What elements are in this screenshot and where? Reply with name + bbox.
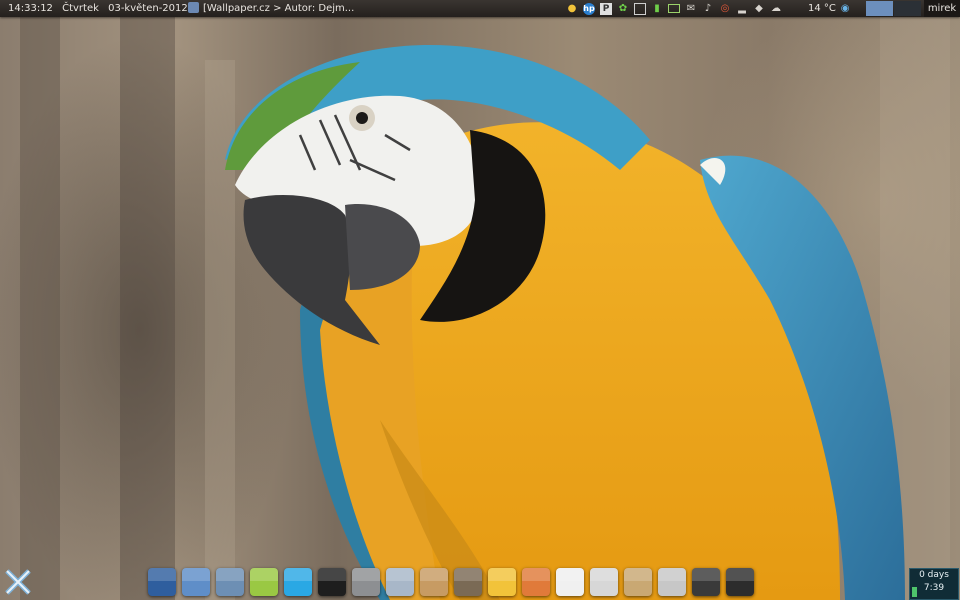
uptime-days: 0 days <box>919 570 949 580</box>
network-icon[interactable] <box>668 4 680 13</box>
task-title: [Wallpaper.cz > Autor: Dejm... <box>203 3 355 14</box>
p-icon[interactable]: P <box>600 2 612 15</box>
clock-weekday: Čtvrtek <box>62 3 99 14</box>
window-icon[interactable] <box>634 2 646 15</box>
terminal-icon[interactable] <box>318 568 346 596</box>
weather-widget[interactable]: 14 °C ◉ <box>808 0 851 17</box>
cloud-icon[interactable]: ☁ <box>770 3 782 15</box>
paint-icon[interactable] <box>522 568 550 596</box>
system-tray: ● hp P ✿ ▮ ✉ ♪ ◎ ▂ ◆ ☁ <box>566 0 782 17</box>
signal-icon[interactable]: ▂ <box>736 3 748 15</box>
workspace-1[interactable] <box>866 1 893 16</box>
alarm-icon[interactable]: ◎ <box>719 3 731 15</box>
user-menu[interactable]: mirek <box>924 0 960 17</box>
parrot-image <box>20 0 950 600</box>
camera-icon[interactable] <box>692 568 720 596</box>
leaf-icon[interactable]: ✿ <box>617 3 629 15</box>
clock-time: 14:33:12 <box>8 3 53 14</box>
desktop-wallpaper <box>0 0 960 600</box>
hp-icon[interactable]: hp <box>583 2 595 15</box>
monitor-icon[interactable] <box>726 568 754 596</box>
taskbar-item-wallpaper[interactable]: [Wallpaper.cz > Autor: Dejm... <box>188 0 354 17</box>
uptime-bar <box>912 587 917 597</box>
dock <box>148 565 754 599</box>
clock[interactable]: 14:33:12 Čtvrtek 03-květen-2012 <box>8 0 194 17</box>
blue-app-icon[interactable] <box>148 568 176 596</box>
picasa-icon[interactable] <box>556 568 584 596</box>
cheese-icon[interactable] <box>488 568 516 596</box>
dropbox-icon[interactable]: ◆ <box>753 3 765 15</box>
top-panel: 14:33:12 Čtvrtek 03-květen-2012 [Wallpap… <box>0 0 960 17</box>
mixer-icon[interactable] <box>352 568 380 596</box>
folder-icon[interactable] <box>624 568 652 596</box>
xfce-logo-icon[interactable] <box>4 568 32 596</box>
volume-icon[interactable]: ♪ <box>702 3 714 15</box>
package-icon[interactable] <box>420 568 448 596</box>
disk-icon[interactable] <box>182 568 210 596</box>
mail-stamp-icon[interactable] <box>216 568 244 596</box>
calculator-icon[interactable] <box>590 568 618 596</box>
temperature: 14 °C <box>808 3 836 14</box>
trash-icon[interactable] <box>658 568 686 596</box>
skype-icon[interactable] <box>284 568 312 596</box>
browser-icon <box>188 2 199 13</box>
mail-icon[interactable]: ✉ <box>685 3 697 15</box>
search-icon[interactable] <box>386 568 414 596</box>
uptime-widget: 0 days 7:39 <box>909 568 959 600</box>
uptime-time: 7:39 <box>923 583 945 593</box>
duck-icon[interactable]: ● <box>566 3 578 15</box>
contacts-icon[interactable] <box>250 568 278 596</box>
workspace-2[interactable] <box>894 1 921 16</box>
speaker-icon[interactable] <box>454 568 482 596</box>
battery-icon[interactable]: ▮ <box>651 3 663 15</box>
clock-date: 03-květen-2012 <box>108 3 188 14</box>
workspace-pager[interactable] <box>866 1 921 16</box>
wifi-icon[interactable]: ◉ <box>839 3 851 15</box>
